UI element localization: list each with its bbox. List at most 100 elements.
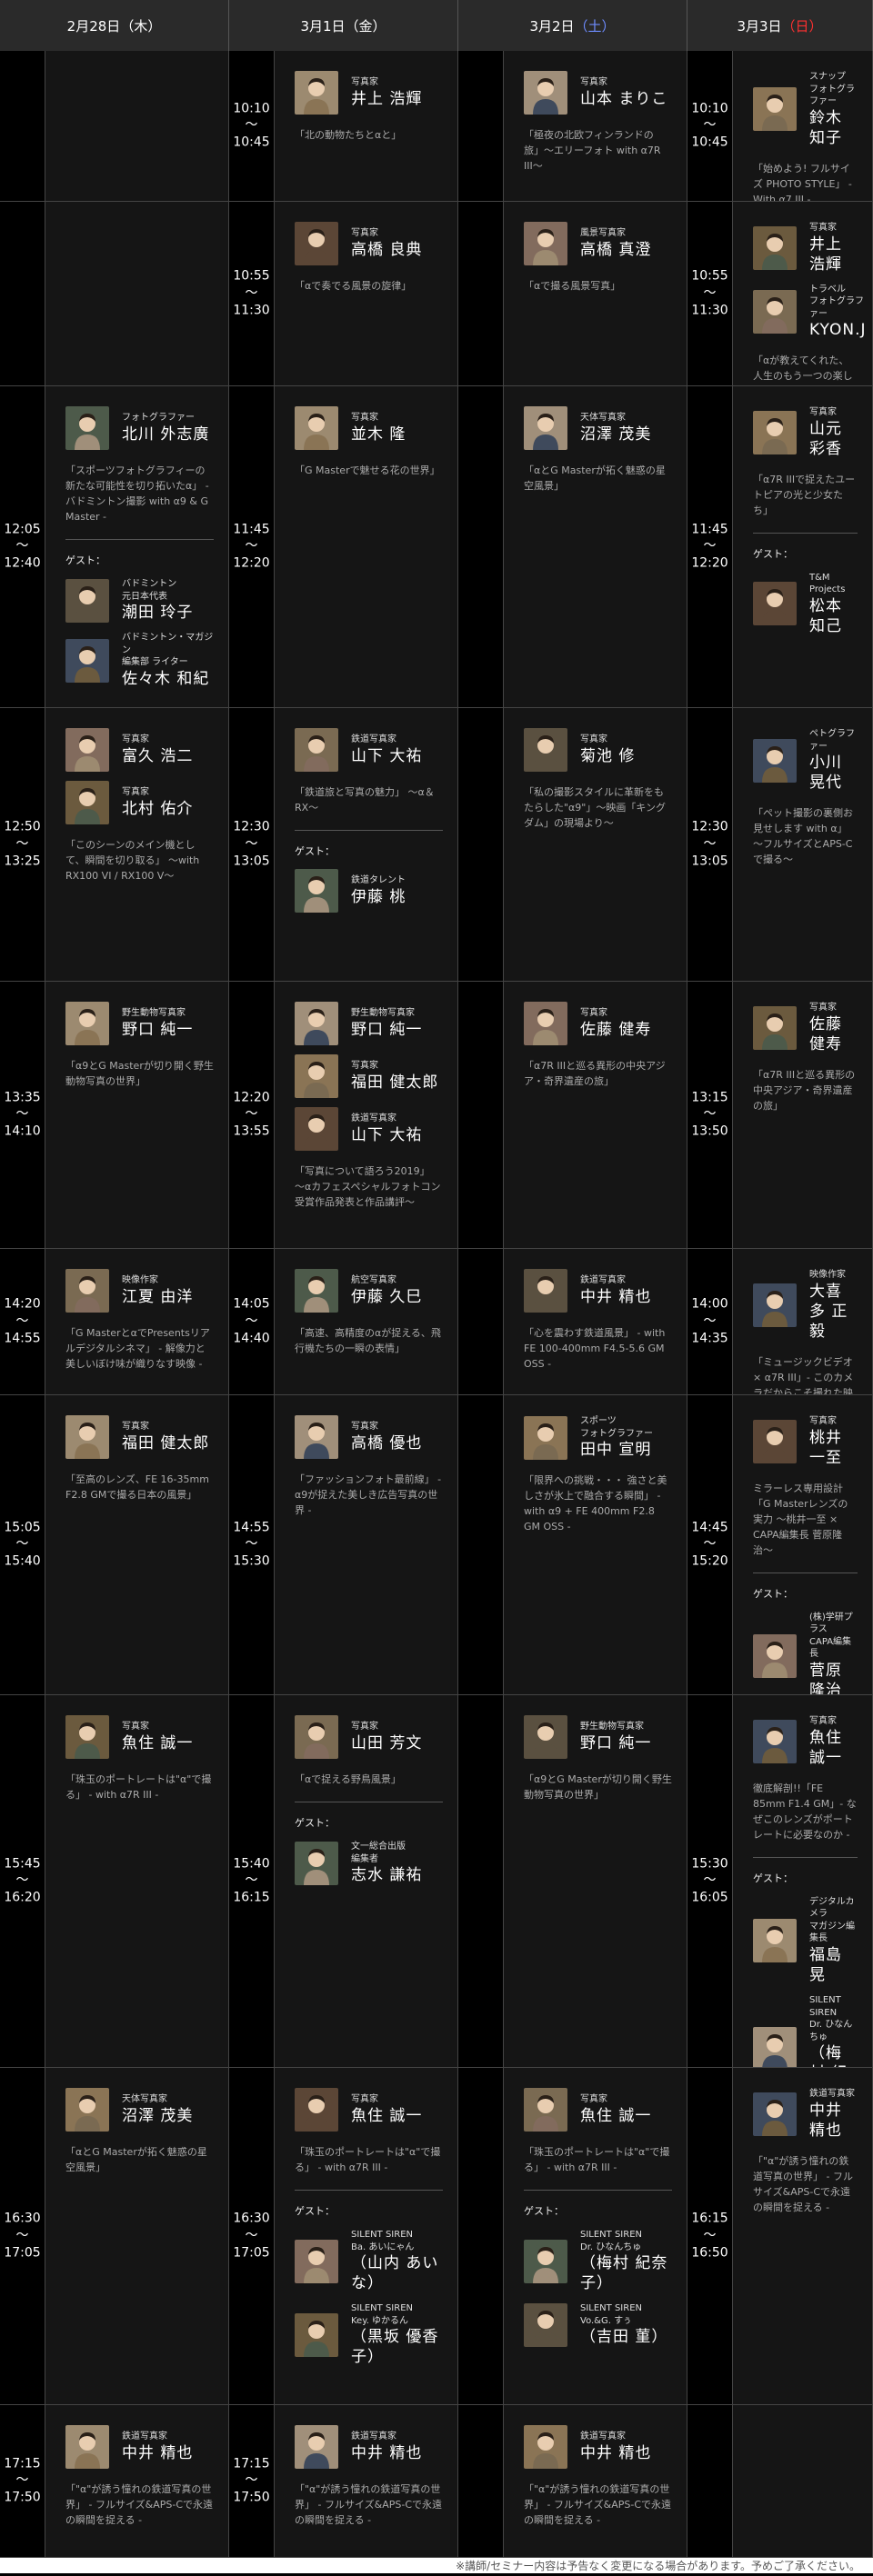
- seminar-title: 「鉄道旅と写真の魅力」 〜α＆RX〜: [295, 786, 435, 814]
- speaker: 写真家 高橋 優也: [295, 1415, 443, 1459]
- speaker-role: 写真家: [351, 1422, 378, 1433]
- speaker-photo: [753, 410, 797, 454]
- seminar-cell[interactable]: 鉄道写真家 中井 精也 「心を震わす鉄道風景」 - with FE 100-400m…: [504, 1249, 687, 1395]
- seminar-cell[interactable]: 天体写真家 沼澤 茂美 「αとG Masterが拓く魅惑の星空風景」: [504, 386, 687, 708]
- speaker-role: トラベル フォトグラファー: [809, 284, 864, 319]
- speaker-photo: [295, 2312, 338, 2357]
- seminar-cell[interactable]: 航空写真家 伊藤 久巳 「高速、高精度のαが捉える、飛行機たちの一瞬の表情」: [275, 1249, 458, 1395]
- seminar-cell[interactable]: スナップ フォトグラファー 鈴木 知子 「始めよう! フルサイズ PHOTO STY…: [733, 51, 873, 202]
- seminar-cell[interactable]: 写真家 富久 浩二 写真家 北村 佑介 「このシーンのメイン機として、瞬間を切り取る」 …: [45, 708, 229, 982]
- speaker: 野生動物写真家 野口 純一: [524, 1715, 672, 1759]
- seminar-cell[interactable]: 写真家 魚住 誠一 「珠玉のポートレートは"α"で撮る」 - with α7R II…: [45, 1695, 229, 2068]
- seminar-cell[interactable]: 映像作家 大喜多 正毅 「ミュージックビデオ × α7R III」- このカメラだか…: [733, 1249, 873, 1395]
- speaker-name: 菊池 修: [580, 746, 636, 765]
- speaker: 写真家 井上 浩輝: [753, 222, 858, 275]
- speaker-role: 映像作家: [809, 1270, 846, 1280]
- seminar-cell[interactable]: 写真家 山元 彩香 「α7R IIIで捉えたユートピアの光と少女たち」 ゲスト： T&M…: [733, 386, 873, 708]
- time-range: 14:05 〜 14:40: [233, 1296, 270, 1346]
- time-slot-label: 14:45 〜 15:20: [687, 1395, 733, 1695]
- seminar-cell[interactable]: 鉄道写真家 中井 精也 「"α"が誘う憧れの鉄道写真の世界」 - フルサイズ&APS…: [733, 2068, 873, 2405]
- seminar-cell[interactable]: 野生動物写真家 野口 純一 「α9とG Masterが切り開く野生動物写真の世界」: [45, 982, 229, 1249]
- time-slot-label: 14:20 〜 14:55: [0, 1249, 45, 1395]
- time-range: 11:45 〜 12:20: [691, 522, 728, 571]
- speaker-photo: [753, 87, 797, 132]
- seminar-cell[interactable]: 写真家 井上 浩輝 「北の動物たちとαと」: [275, 51, 458, 202]
- seminar-cell[interactable]: フォトグラファー 北川 外志廣 「スポーツフォトグラフィーの新たな可能性を切り拓いた…: [45, 386, 229, 708]
- speaker-role: 鉄道写真家: [580, 2431, 626, 2442]
- seminar-cell[interactable]: 野生動物写真家 野口 純一 「α9とG Masterが切り開く野生動物写真の世界」: [504, 1695, 687, 2068]
- speaker-photo: [524, 1415, 567, 1460]
- seminar-cell[interactable]: 写真家 魚住 誠一 「珠玉のポートレートは"α"で撮る」 - with α7R II…: [504, 2068, 687, 2405]
- time-slot-label: 15:30 〜 16:05: [687, 1695, 733, 2068]
- seminar-cell[interactable]: 写真家 井上 浩輝 トラベル フォトグラファー KYON.J 「αが教えてくれた、人生の…: [733, 202, 873, 386]
- speaker: 鉄道写真家 中井 精也: [65, 2425, 214, 2469]
- speaker-name: 魚住 誠一: [809, 1728, 842, 1767]
- seminar-cell[interactable]: 写真家 高橋 良典 「αで奏でる風景の旋律」: [275, 202, 458, 386]
- seminar-cell[interactable]: 写真家 魚住 誠一 徹底解剖!!「FE 85mm F1.4 GM」- なぜこのレンズ…: [733, 1695, 873, 2068]
- seminar-title: 「G MasterとαでPresentsリアルデジタルシネマ」 - 解像力と美し…: [65, 1327, 210, 1371]
- seminar-cell[interactable]: ペトグラファー 小川 晃代 「ペット撮影の裏側お見せします with α」 〜フルサ…: [733, 708, 873, 982]
- seminar-cell[interactable]: 天体写真家 沼澤 茂美 「αとG Masterが拓く魅惑の星空風景」: [45, 2068, 229, 2405]
- seminar-cell[interactable]: 写真家 桃井 一至 ミラーレス専用設計「G Masterレンズの実力 〜桃井一至 ×…: [733, 1395, 873, 1695]
- seminar-cell[interactable]: 野生動物写真家 野口 純一 写真家 福田 健太郎 鉄道写真家 山下 大祐 「写真について語ろ…: [275, 982, 458, 1249]
- speaker: SILENT SIREN Ba. あいにゃん （山内 あいな）: [295, 2229, 443, 2293]
- speaker-photo: [753, 2092, 797, 2136]
- speaker-photo: [295, 71, 338, 115]
- time-slot-label: 12:30 〜 13:05: [229, 708, 275, 982]
- speaker: 写真家 菊池 修: [524, 728, 672, 772]
- speaker-role: 鉄道写真家: [351, 1113, 396, 1124]
- seminar-cell[interactable]: 写真家 菊池 修「私の撮影スタイルに革新をもたらした"α9"」〜映画「キングダム」…: [504, 708, 687, 982]
- seminar-cell[interactable]: 写真家 佐藤 健寿 「α7R IIIと巡る異形の中央アジア・奇界遺産の旅」: [733, 982, 873, 1249]
- day-header-mar2: 3月2日 （土）: [458, 0, 687, 51]
- speaker-photo: [65, 1415, 109, 1459]
- speaker-name: 中井 精也: [351, 2443, 423, 2462]
- time-range: 11:45 〜 12:20: [233, 522, 270, 571]
- divider: [524, 2190, 672, 2192]
- time-range: 13:35 〜 14:10: [4, 1090, 41, 1139]
- guest-label: ゲスト：: [753, 1872, 793, 1884]
- time-slot-label: 14:00 〜 14:35: [687, 1249, 733, 1395]
- speaker: SILENT SIREN Dr. ひなんちゅ（梅村 紀奈子）: [524, 2229, 672, 2293]
- speaker-photo: [295, 1107, 338, 1151]
- seminar-cell[interactable]: 鉄道写真家 中井 精也 「"α"が誘う憧れの鉄道写真の世界」 - フルサイズ&APS…: [275, 2405, 458, 2558]
- seminar-cell[interactable]: 写真家 山本 まりこ 「極夜の北欧フィンランドの旅」〜エリーフォト with α7R…: [504, 51, 687, 202]
- time-range: 15:40 〜 16:15: [233, 1856, 270, 1905]
- seminar-cell[interactable]: 鉄道写真家 中井 精也 「"α"が誘う憧れの鉄道写真の世界」 - フルサイズ&APS…: [45, 2405, 229, 2558]
- speaker-role: 写真家: [580, 77, 607, 88]
- seminar-cell[interactable]: 写真家 高橋 優也 「ファッションフォト最前線」 - α9が捉えた美しき広告写真の世…: [275, 1395, 458, 1695]
- speaker-name: 山田 芳文: [351, 1733, 423, 1752]
- seminar-cell[interactable]: 映像作家 江夏 由洋 「G MasterとαでPresentsリアルデジタルシネマ」…: [45, 1249, 229, 1395]
- speaker: スナップ フォトグラファー 鈴木 知子: [753, 71, 858, 148]
- speaker-role: (株)学研プラス CAPA編集長: [809, 1612, 853, 1660]
- seminar-cell[interactable]: 風景写真家 高橋 真澄 「αで撮る風景写真」: [504, 202, 687, 386]
- speaker: デジタルカメラ マガジン編集長 福島 晃: [753, 1896, 858, 1985]
- time-range: 12:30 〜 13:05: [691, 819, 728, 869]
- seminar-cell[interactable]: 写真家 並木 隆「G Masterで魅せる花の世界」: [275, 386, 458, 708]
- speaker-name: （梅村 紀奈子）: [580, 2254, 668, 2293]
- time-slot-label: 11:45 〜 12:20: [229, 386, 275, 708]
- seminar-cell[interactable]: スポーツ フォトグラファー 田中 宣明 「限界への挑戦・・・ 強さと美しさが氷上で融…: [504, 1395, 687, 1695]
- speaker-role: 写真家: [580, 1008, 607, 1019]
- speaker: 鉄道写真家 山下 大祐: [295, 728, 443, 772]
- seminar-cell[interactable]: 写真家 佐藤 健寿 「α7R IIIと巡る異形の中央アジア・奇界遺産の旅」: [504, 982, 687, 1249]
- time-slot-label: [458, 982, 504, 1249]
- speaker-name: 北川 外志廣: [122, 424, 210, 444]
- speaker-role: 写真家: [122, 734, 149, 745]
- day-weekday: （日）: [781, 17, 823, 35]
- seminar-cell[interactable]: 鉄道写真家 山下 大祐 「鉄道旅と写真の魅力」 〜α＆RX〜 ゲスト： 鉄道タレント 伊藤…: [275, 708, 458, 982]
- seminar-cell[interactable]: 鉄道写真家 中井 精也 「"α"が誘う憧れの鉄道写真の世界」 - フルサイズ&APS…: [504, 2405, 687, 2558]
- seminar-cell[interactable]: 写真家 福田 健太郎 「至高のレンズ、FE 16-35mm F2.8 GMで撮る日本…: [45, 1395, 229, 1695]
- speaker-role: ペトグラファー: [809, 729, 855, 752]
- speaker-photo: [295, 1715, 338, 1759]
- speaker-name: 佐々木 和紀: [122, 669, 210, 688]
- time-slot-label: 10:55 〜 11:30: [229, 202, 275, 386]
- speaker-name: 伊藤 久巳: [351, 1287, 423, 1306]
- speaker-name: 並木 隆: [351, 424, 406, 444]
- speaker-role: 風景写真家: [580, 228, 626, 239]
- speaker-role: バドミントン・マガジン 編集部 ライター: [122, 633, 214, 668]
- seminar-title: 「"α"が誘う憧れの鉄道写真の世界」 - フルサイズ&APS-Cで永遠の瞬間を捉…: [753, 2154, 853, 2213]
- speaker-name: 伊藤 桃: [351, 887, 406, 906]
- seminar-cell[interactable]: 写真家 山田 芳文 「αで捉える野鳥風景」 ゲスト： 文一総合出版 編集者 志水 謙祐: [275, 1695, 458, 2068]
- seminar-cell[interactable]: 写真家 魚住 誠一 「珠玉のポートレートは"α"で撮る」 - with α7R II…: [275, 2068, 458, 2405]
- speaker-name: KYON.J: [809, 321, 867, 340]
